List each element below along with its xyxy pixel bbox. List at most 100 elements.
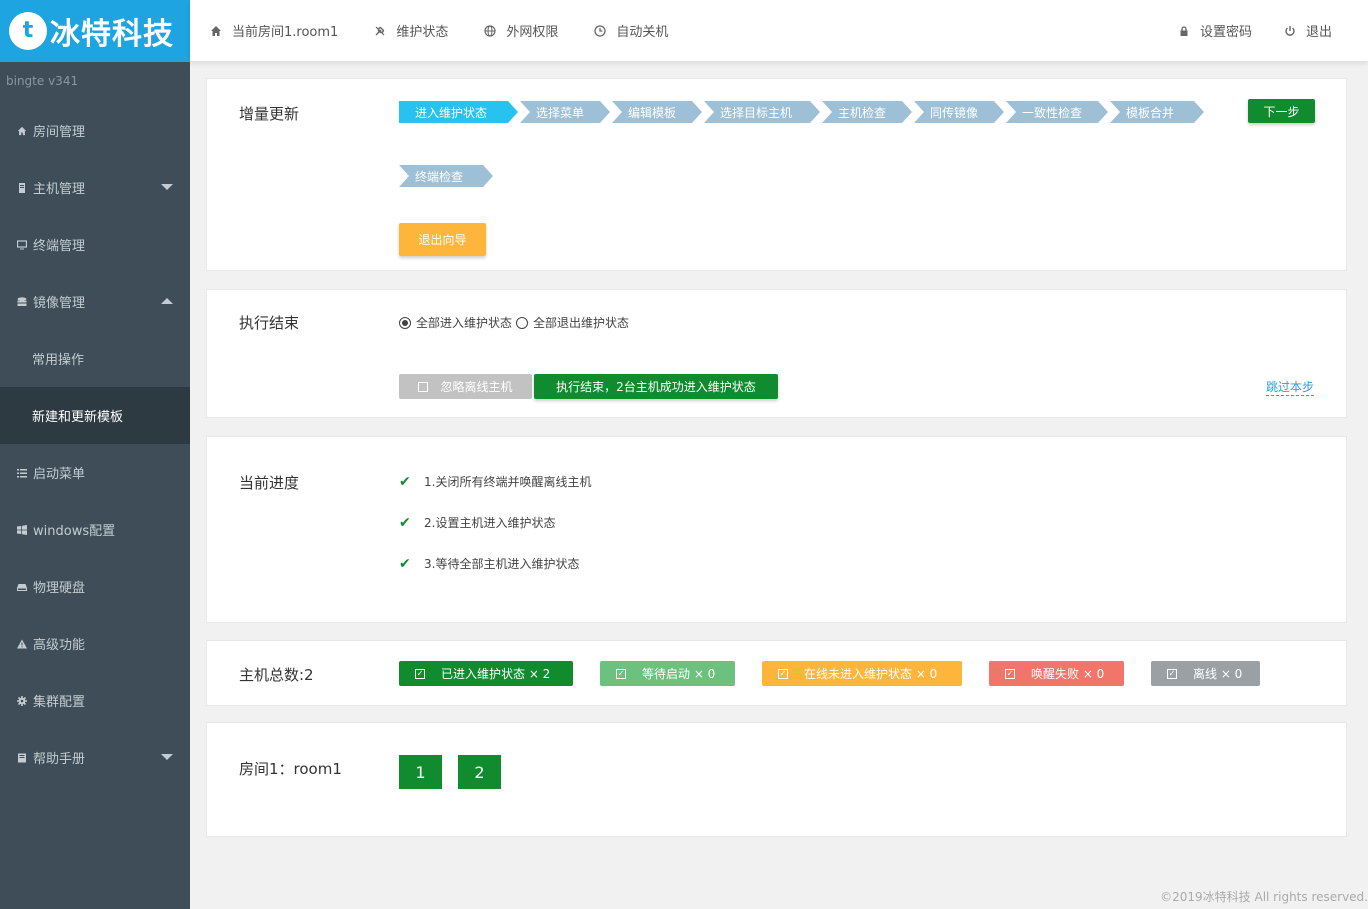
sidebar-item-label: 房间管理 (33, 125, 86, 140)
radio-label: 全部退出维护状态 (533, 316, 630, 330)
wizard-step[interactable]: 选择菜单 (520, 101, 610, 123)
sidebar-item-common-ops[interactable]: 常用操作 (0, 330, 190, 387)
panel-title: 主机总数:2 (239, 666, 314, 684)
check-icon: ✔ (399, 555, 411, 572)
sidebar: bingte v341 房间管理 主机管理 终端管理 镜像管理 常用操作 新建和… (0, 62, 190, 909)
status-badge-online-not-maintenance[interactable]: ✓ 在线未进入维护状态 × 0 (762, 661, 962, 686)
sidebar-item-windows[interactable]: windows配置 (0, 501, 190, 558)
top-navbar: 当前房间1.room1 维护状态 外网权限 自动关机 设置密码 退出 (190, 0, 1368, 62)
progress-item: ✔ 3.等待全部主机进入维护状态 (399, 555, 580, 572)
nav-label: 设置密码 (1199, 25, 1252, 40)
sidebar-item-advanced[interactable]: 高级功能 (0, 615, 190, 672)
checkbox-icon: ✓ (778, 668, 788, 679)
exit-wizard-button[interactable]: 退出向导 (399, 223, 486, 256)
sidebar-item-help[interactable]: 帮助手册 (0, 729, 190, 786)
radio-exit-maintenance[interactable] (516, 316, 529, 329)
progress-item: ✔ 1.关闭所有终端并唤醒离线主机 (399, 473, 592, 490)
status-badge-offline[interactable]: ✓ 离线 × 0 (1151, 661, 1260, 686)
wizard-step[interactable]: 一致性检查 (1006, 101, 1108, 123)
host-button-2[interactable]: 2 (458, 755, 501, 789)
next-step-button[interactable]: 下一步 (1248, 99, 1315, 123)
wizard-step[interactable]: 编辑模板 (612, 101, 702, 123)
wizard-step[interactable]: 同传镜像 (914, 101, 1004, 123)
nav-internet[interactable]: 外网权限 (484, 21, 558, 40)
version-label: bingte v341 (6, 74, 79, 88)
wrench-icon (374, 25, 386, 37)
nav-maintenance[interactable]: 维护状态 (374, 21, 448, 40)
panel-title: 当前进度 (239, 474, 300, 492)
sidebar-item-boot-menu[interactable]: 启动菜单 (0, 444, 190, 501)
wizard-step[interactable]: 主机检查 (822, 101, 912, 123)
footer-copyright: ©2019冰特科技 All rights reserved. (1160, 890, 1368, 904)
chevron-up-icon (161, 298, 173, 304)
nav-label: 当前房间1.room1 (232, 25, 339, 40)
nav-label: 退出 (1305, 25, 1332, 40)
wizard-step[interactable]: 模板合并 (1110, 101, 1204, 123)
nav-label: 外网权限 (506, 25, 559, 40)
nav-set-password[interactable]: 设置密码 (1178, 21, 1252, 40)
monitor-icon (17, 239, 27, 250)
sidebar-item-label: 新建和更新模板 (32, 410, 124, 425)
ignore-offline-button[interactable]: 忽略离线主机 (399, 374, 532, 399)
nav-auto-shutdown[interactable]: 自动关机 (594, 21, 668, 40)
status-badge-maintenance[interactable]: ✓ 已进入维护状态 × 2 (399, 661, 573, 686)
nav-logout[interactable]: 退出 (1284, 21, 1332, 40)
book-icon (17, 753, 27, 763)
sidebar-item-label: 主机管理 (33, 182, 86, 197)
warning-icon (17, 639, 27, 649)
sidebar-item-terminal[interactable]: 终端管理 (0, 216, 190, 273)
nav-label: 自动关机 (616, 25, 669, 40)
status-badge-waiting[interactable]: ✓ 等待启动 × 0 (600, 661, 735, 686)
sidebar-item-label: windows配置 (33, 524, 116, 539)
wizard-steps: 进入维护状态 选择菜单 编辑模板 选择目标主机 主机检查 同传镜像 一致性检查 … (399, 101, 1219, 229)
sidebar-item-label: 常用操作 (32, 353, 85, 368)
lock-icon (1178, 25, 1190, 37)
home-icon (17, 126, 27, 136)
chevron-down-icon (161, 754, 173, 760)
clock-icon (594, 24, 606, 37)
host-summary-panel: 主机总数:2 ✓ 已进入维护状态 × 2 ✓ 等待启动 × 0 ✓ 在线未进入维护状态… (206, 640, 1347, 706)
sidebar-item-host[interactable]: 主机管理 (0, 159, 190, 216)
sidebar-item-label: 物理硬盘 (33, 581, 86, 596)
status-badge-wake-failed[interactable]: ✓ 唤醒失败 × 0 (989, 661, 1124, 686)
room-panel: 房间1：room1 1 2 (206, 722, 1347, 837)
skip-step-link[interactable]: 跳过本步 (1265, 378, 1314, 396)
checkbox-icon: ✓ (616, 668, 626, 679)
brand-name: 冰特科技 (50, 17, 174, 52)
wizard-step[interactable]: 选择目标主机 (704, 101, 820, 123)
progress-item: ✔ 2.设置主机进入维护状态 (399, 514, 556, 531)
windows-icon (17, 524, 27, 535)
panel-title: 执行结束 (239, 314, 300, 332)
list-icon (17, 468, 27, 478)
hdd-icon (17, 582, 27, 592)
wizard-panel: 增量更新 进入维护状态 选择菜单 编辑模板 选择目标主机 主机检查 同传镜像 一… (206, 78, 1347, 271)
wizard-step[interactable]: 进入维护状态 (399, 101, 518, 123)
sidebar-item-label: 终端管理 (33, 239, 86, 254)
sidebar-item-label: 启动菜单 (33, 467, 86, 482)
check-icon: ✔ (399, 514, 411, 531)
sidebar-item-label: 集群配置 (33, 695, 86, 710)
panel-title: 房间1：room1 (239, 760, 342, 778)
sidebar-item-cluster[interactable]: 集群配置 (0, 672, 190, 729)
wizard-step[interactable]: 终端检查 (399, 165, 493, 187)
host-button-1[interactable]: 1 (399, 755, 442, 789)
chevron-down-icon (161, 184, 173, 190)
globe-icon (484, 24, 496, 37)
power-icon (1284, 25, 1296, 37)
check-icon: ✔ (399, 473, 411, 490)
maintenance-radio-group: 全部进入维护状态 全部退出维护状态 (399, 314, 629, 331)
sidebar-item-image[interactable]: 镜像管理 (0, 273, 190, 330)
sidebar-item-template[interactable]: 新建和更新模板 (0, 387, 190, 444)
sidebar-item-label: 镜像管理 (33, 296, 86, 311)
logo: t 冰特科技 (0, 0, 190, 62)
panel-title: 增量更新 (239, 105, 300, 123)
sidebar-item-room[interactable]: 房间管理 (0, 102, 190, 159)
radio-enter-maintenance[interactable] (399, 316, 411, 329)
radio-label: 全部进入维护状态 (416, 316, 513, 330)
exec-result-button[interactable]: 执行结束，2台主机成功进入维护状态 (534, 374, 778, 399)
nav-current-room[interactable]: 当前房间1.room1 (210, 21, 338, 40)
cog-icon (17, 695, 27, 706)
sidebar-item-label: 帮助手册 (33, 752, 86, 767)
exec-panel: 执行结束 全部进入维护状态 全部退出维护状态 忽略离线主机 执行结束，2台主机成… (206, 289, 1347, 418)
sidebar-item-disk[interactable]: 物理硬盘 (0, 558, 190, 615)
